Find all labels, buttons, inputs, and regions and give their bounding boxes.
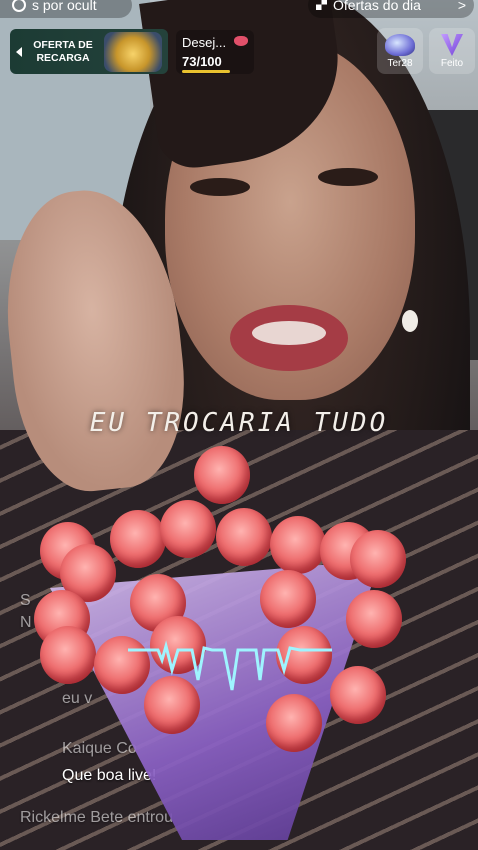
live-stream-view: s por ocult Ofertas do dia > OFERTA DE R… [0, 0, 478, 850]
daily-offers-chip[interactable]: Ofertas do dia > [308, 0, 474, 18]
wish-goal-widget[interactable]: Desej... 73/100 [176, 30, 254, 74]
chevron-right-icon: > [457, 0, 466, 13]
rose [110, 510, 166, 568]
rose [40, 626, 96, 684]
caret-left-icon [16, 46, 22, 57]
recharge-line-1: OFERTA DE [33, 38, 93, 51]
rose [216, 508, 272, 566]
rose [270, 516, 326, 574]
waveform-line [128, 640, 332, 691]
rose [350, 530, 406, 588]
badge-label: Feito [440, 58, 464, 69]
recharge-offer-banner[interactable]: OFERTA DE RECARGA [10, 29, 168, 74]
lyric-overlay: EU TROCARIA TUDO [89, 408, 389, 438]
clock-icon [12, 0, 26, 12]
grid-icon [316, 0, 327, 10]
hidden-users-label: s por ocult [32, 0, 97, 13]
recharge-offer-text: OFERTA DE RECARGA [28, 39, 98, 65]
badge-ter28[interactable]: Ter28 [377, 28, 423, 74]
wish-goal-progress [182, 70, 231, 73]
rose [160, 500, 216, 558]
planet-icon [385, 34, 415, 56]
rose [260, 570, 316, 628]
left-eye [190, 178, 250, 196]
treasure-chest-icon [104, 31, 162, 72]
audio-waveform [128, 640, 332, 691]
lips-icon [234, 36, 248, 46]
rose [346, 590, 402, 648]
recharge-line-2: RECARGA [36, 51, 90, 64]
rose [266, 694, 322, 752]
badge-feito[interactable]: Feito [429, 28, 475, 74]
rose [194, 446, 250, 504]
rose [330, 666, 386, 724]
mouth [230, 305, 348, 371]
earring [402, 310, 418, 332]
hidden-users-chip[interactable]: s por ocult [0, 0, 132, 18]
v-crest-icon [441, 34, 463, 56]
wish-goal-label: Desej... [182, 35, 227, 50]
right-eye [318, 168, 378, 186]
badge-label: Ter28 [387, 58, 413, 69]
wish-goal-count: 73/100 [182, 54, 222, 69]
daily-offers-label: Ofertas do dia [333, 0, 421, 13]
